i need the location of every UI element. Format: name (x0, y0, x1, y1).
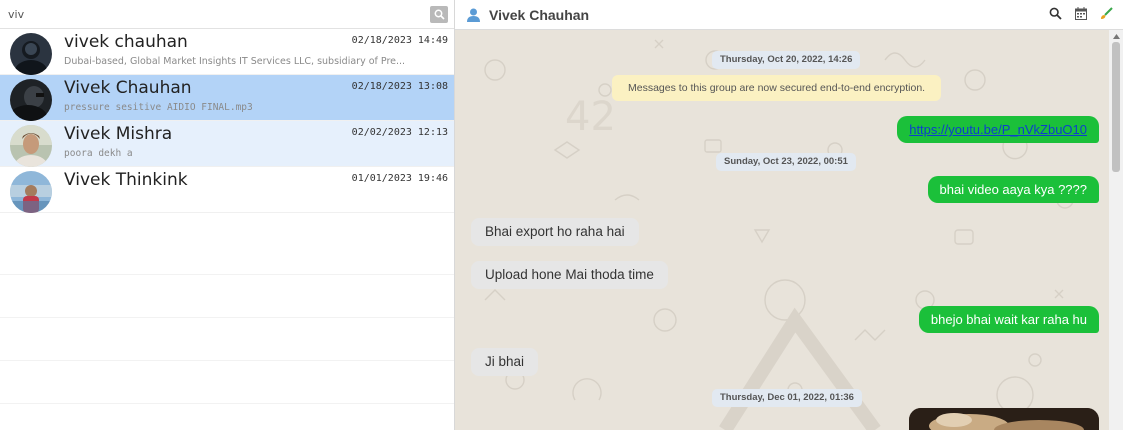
date-separator: Sunday, Oct 23, 2022, 00:51 (716, 153, 856, 171)
message-incoming: Bhai export ho raha hai (471, 218, 639, 246)
chat-list: vivek chauhan 02/18/2023 14:49 Dubai-bas… (0, 29, 454, 213)
scrollbar-thumb[interactable] (1112, 42, 1120, 172)
chat-time: 02/18/2023 14:49 (351, 35, 448, 46)
chat-time: 01/01/2023 19:46 (351, 173, 448, 184)
image-message[interactable] (909, 408, 1099, 430)
chat-name: Vivek Thinkink (64, 170, 188, 190)
avatar (10, 33, 52, 75)
search-icon[interactable] (1049, 7, 1062, 20)
message-link[interactable]: https://youtu.be/P_nVkZbuO10 (909, 122, 1087, 137)
header-toolbar (1049, 7, 1113, 20)
chat-list-pane: vivek chauhan 02/18/2023 14:49 Dubai-bas… (0, 0, 455, 430)
chat-list-item-selected[interactable]: Vivek Chauhan 02/18/2023 13:08 pressure … (0, 75, 454, 121)
date-separator: Thursday, Oct 20, 2022, 14:26 (712, 51, 861, 69)
system-message: Messages to this group are now secured e… (612, 75, 942, 101)
caret-up-icon (1112, 33, 1120, 39)
conversation-pane: 42 Vivek Chauhan Thursday, Oct 20, 2022,… (455, 0, 1123, 430)
avatar (10, 171, 52, 213)
contact-name: Vivek Chauhan (489, 6, 590, 23)
message-incoming: Ji bhai (471, 348, 539, 376)
brush-icon[interactable] (1100, 7, 1113, 20)
user-icon (467, 8, 480, 22)
search-input[interactable] (6, 3, 430, 25)
avatar (10, 79, 52, 121)
message-outgoing: bhai video aaya kya ???? (927, 176, 1099, 203)
chat-name: Vivek Chauhan (64, 78, 192, 98)
search-bar (0, 0, 454, 29)
calendar-icon[interactable] (1075, 7, 1087, 20)
message-incoming: Upload hone Mai thoda time (471, 261, 668, 289)
chat-preview: Dubai-based, Global Market Insights IT S… (64, 56, 406, 67)
scrollbar[interactable] (1109, 30, 1123, 430)
message-area: Thursday, Oct 20, 2022, 14:26 Messages t… (455, 30, 1109, 430)
avatar (10, 125, 52, 167)
chat-preview: poora dekh a (64, 148, 133, 159)
app-window: vivek chauhan 02/18/2023 14:49 Dubai-bas… (0, 0, 1123, 430)
date-separator: Thursday, Dec 01, 2022, 01:36 (712, 389, 862, 407)
scroll-up-arrow[interactable] (1109, 30, 1123, 42)
message-outgoing: https://youtu.be/P_nVkZbuO10 (897, 116, 1099, 143)
chat-list-item[interactable]: Vivek Thinkink 01/01/2023 19:46 (0, 167, 454, 213)
chat-time: 02/18/2023 13:08 (351, 81, 448, 92)
search-icon (434, 9, 445, 20)
chat-list-item[interactable]: Vivek Mishra 02/02/2023 12:13 poora dekh… (0, 121, 454, 167)
chat-time: 02/02/2023 12:13 (351, 127, 448, 138)
chat-name: Vivek Mishra (64, 124, 173, 144)
chat-name: vivek chauhan (64, 32, 188, 52)
message-outgoing: bhejo bhai wait kar raha hu (918, 306, 1099, 333)
chat-list-item[interactable]: vivek chauhan 02/18/2023 14:49 Dubai-bas… (0, 29, 454, 75)
search-button[interactable] (430, 5, 448, 23)
chat-list-empty-space (0, 232, 454, 430)
conversation-header: Vivek Chauhan (455, 0, 1123, 30)
chat-preview: pressure sesitive AIDIO FINAL.mp3 (64, 102, 253, 113)
